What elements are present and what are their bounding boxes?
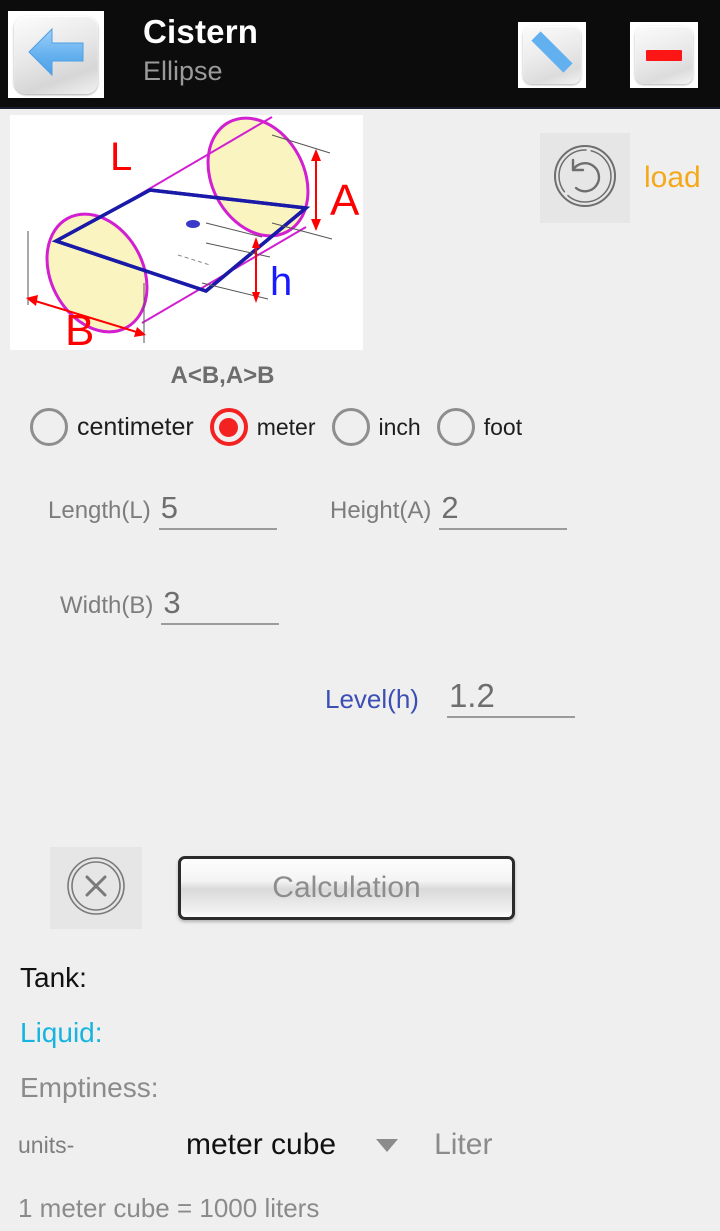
- level-field-group: Level(h) 1.2: [325, 678, 575, 718]
- unit-select-source[interactable]: meter cube: [186, 1128, 336, 1162]
- load-button[interactable]: [540, 133, 630, 223]
- edit-button[interactable]: [518, 22, 586, 88]
- constraint-note: A<B,A>B: [170, 362, 275, 389]
- width-label: Width(B): [60, 592, 154, 619]
- result-liquid: Liquid:: [20, 1017, 103, 1048]
- load-control[interactable]: load: [540, 133, 701, 223]
- calculation-button[interactable]: Calculation: [178, 856, 515, 920]
- height-input[interactable]: 2: [439, 490, 568, 530]
- radio-option-meter[interactable]: meter: [209, 408, 316, 446]
- level-label: Level(h): [325, 684, 419, 714]
- page-subtitle: Ellipse: [143, 56, 223, 86]
- length-field-group: Length(L) 5: [48, 490, 277, 530]
- restore-undo-icon: [551, 142, 619, 215]
- units-label: units-: [18, 1131, 75, 1158]
- radio-label-centimeter: centimeter: [77, 412, 194, 441]
- load-label: load: [644, 161, 701, 194]
- result-tank: Tank:: [20, 962, 87, 993]
- page-title: Cistern: [143, 13, 259, 50]
- back-arrow-icon: [27, 27, 85, 82]
- height-label: Height(A): [330, 497, 432, 524]
- units-conversion-row: units- meter cube Liter: [18, 1128, 702, 1162]
- radio-icon-foot[interactable]: [436, 408, 475, 446]
- clear-x-circle-icon: [64, 854, 128, 923]
- conversion-note: 1 meter cube = 1000 liters: [18, 1193, 320, 1223]
- radio-option-centimeter[interactable]: centimeter: [30, 408, 194, 446]
- radio-label-foot: foot: [483, 413, 523, 440]
- radio-label-meter: meter: [256, 413, 316, 440]
- pencil-icon: [526, 27, 578, 84]
- back-button-face: [14, 15, 98, 94]
- radio-option-inch[interactable]: inch: [331, 408, 421, 446]
- svg-text:L: L: [110, 135, 132, 179]
- radio-label-inch: inch: [378, 413, 421, 440]
- length-label: Length(L): [48, 497, 151, 524]
- radio-icon-meter[interactable]: [209, 408, 248, 446]
- unit-target-label: Liter: [434, 1128, 493, 1161]
- unit-radio-group: centimeter meter inch foot: [30, 408, 538, 446]
- back-button[interactable]: [8, 11, 104, 98]
- radio-icon-centimeter[interactable]: [30, 408, 68, 446]
- radio-option-foot[interactable]: foot: [436, 408, 523, 446]
- edit-button-face: [523, 26, 581, 84]
- width-input[interactable]: 3: [161, 585, 280, 625]
- height-field-group: Height(A) 2: [330, 490, 568, 530]
- elliptical-cistern-diagram: L A B h: [10, 115, 363, 350]
- level-input[interactable]: 1.2: [446, 678, 575, 718]
- svg-text:B: B: [65, 306, 94, 350]
- length-input[interactable]: 5: [158, 490, 277, 530]
- title-bar: Cistern Ellipse: [0, 0, 720, 109]
- chevron-down-icon[interactable]: [376, 1138, 399, 1152]
- minus-button[interactable]: [630, 22, 698, 88]
- minus-icon: [646, 49, 682, 61]
- minus-button-face: [635, 26, 693, 84]
- clear-button[interactable]: [50, 847, 142, 929]
- svg-text:A: A: [330, 176, 360, 225]
- radio-icon-inch[interactable]: [331, 408, 370, 446]
- title-block: Cistern Ellipse: [143, 12, 258, 88]
- result-emptiness: Emptiness:: [20, 1072, 159, 1103]
- svg-text:h: h: [270, 260, 292, 304]
- width-field-group: Width(B) 3: [60, 585, 280, 625]
